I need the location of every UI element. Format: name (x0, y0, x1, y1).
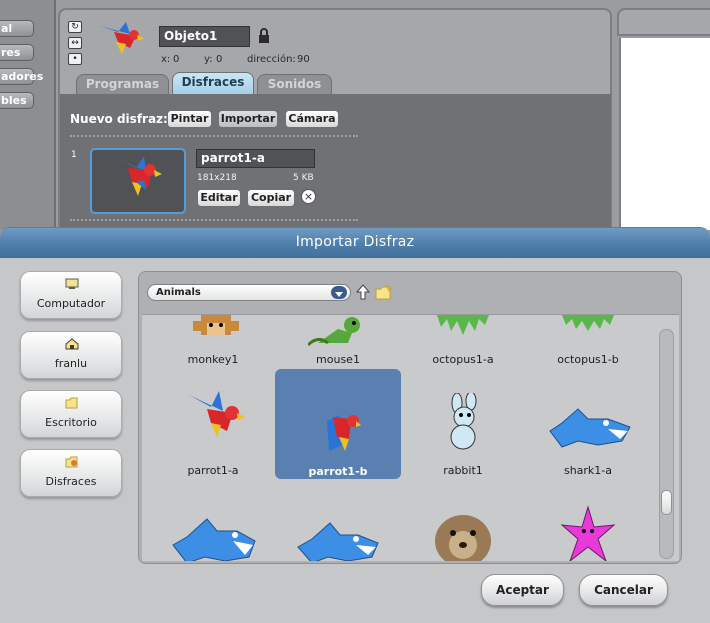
file-caption: octopus1-a (432, 353, 494, 366)
file-caption: parrot1-a (187, 464, 239, 477)
category-button-4[interactable]: bles (0, 92, 34, 109)
x-value: 0 (173, 54, 180, 65)
costume-size: 5 KB (293, 173, 314, 183)
tab-sonidos[interactable]: Sonidos (257, 74, 332, 94)
parrot-thumbnail-icon (327, 415, 361, 451)
mouse-thumbnail-icon (308, 317, 360, 347)
file-caption: parrot1-b (308, 465, 368, 478)
file-item-shark1-c[interactable] (278, 501, 398, 561)
stage-header (617, 8, 710, 36)
import-button[interactable]: Importar (218, 110, 278, 128)
computer-icon (65, 278, 79, 289)
place-computador-button[interactable]: Computador (20, 271, 122, 319)
lock-icon[interactable] (258, 28, 270, 44)
place-label: franlu (54, 357, 88, 370)
file-grid: monkey1 mouse1 octopus1-a octopus1-b par… (142, 314, 679, 561)
costume-thumbnail[interactable] (90, 148, 186, 214)
starfish-thumbnail-icon (560, 505, 616, 561)
no-rotate-icon[interactable]: • (68, 53, 82, 65)
octopus-thumbnail-icon (437, 315, 489, 335)
file-item-parrot1-a[interactable]: parrot1-a (153, 369, 273, 477)
new-costume-label: Nuevo disfraz: (70, 112, 168, 126)
place-franlu-button[interactable]: franlu (20, 331, 122, 379)
toolbar-divider (70, 135, 358, 137)
file-caption: monkey1 (187, 353, 239, 366)
x-label: x: (161, 54, 171, 65)
folder-icon (65, 397, 78, 409)
costume-dimensions: 181x218 (197, 173, 237, 183)
place-disfraces-button[interactable]: Disfraces (20, 449, 122, 497)
costume-divider (70, 219, 358, 221)
file-scrollbar[interactable] (659, 329, 674, 559)
sprite-name-field[interactable]: Objeto1 (159, 26, 250, 47)
folder-up-icon[interactable] (356, 284, 370, 300)
file-caption: shark1-a (563, 464, 613, 477)
rotate-style-icon[interactable]: ↻ (68, 21, 82, 33)
file-caption: rabbit1 (443, 464, 483, 477)
flip-style-icon[interactable]: ↔ (68, 37, 82, 49)
y-label: y: (204, 54, 213, 65)
file-caption: octopus1-b (557, 353, 619, 366)
shark-thumbnail-icon (297, 522, 379, 561)
file-item-parrot1-b[interactable]: parrot1-b (275, 369, 401, 479)
rabbit-thumbnail-icon (450, 393, 477, 450)
costumes-folder-icon (65, 456, 78, 468)
category-button-2[interactable]: res (0, 44, 34, 61)
costume-index: 1 (71, 150, 77, 160)
y-value: 0 (216, 54, 223, 65)
left-panel: al res adores bles (0, 0, 56, 230)
scrollbar-thumb[interactable] (661, 490, 672, 515)
sprite-thumbnail-parrot-icon (100, 22, 144, 54)
delete-costume-icon[interactable]: × (301, 189, 316, 204)
stage-area (619, 38, 710, 230)
file-item-shark1-a[interactable]: shark1-a (528, 369, 648, 477)
camera-button[interactable]: Cámara (285, 110, 339, 128)
accept-button[interactable]: Aceptar (481, 574, 564, 606)
chevron-down-icon[interactable] (331, 286, 347, 299)
place-label: Computador (36, 297, 106, 310)
paint-button[interactable]: Pintar (167, 110, 212, 128)
dialog-title: Importar Disfraz (0, 228, 710, 258)
costume-parrot-icon (118, 156, 162, 196)
direction-label: dirección: (247, 54, 296, 65)
costume-name-field[interactable]: parrot1-a (196, 149, 315, 168)
folder-select[interactable]: Animals (147, 284, 351, 301)
file-caption: mouse1 (316, 353, 360, 366)
category-button-3[interactable]: adores (0, 68, 43, 85)
cancel-button[interactable]: Cancelar (579, 574, 668, 606)
edit-costume-button[interactable]: Editar (197, 189, 241, 207)
place-label: Disfraces (45, 475, 97, 488)
direction-value: 90 (297, 54, 310, 65)
file-item-squirrel1[interactable] (403, 501, 523, 561)
shark-thumbnail-icon (549, 408, 631, 448)
place-label: Escritorio (45, 416, 97, 429)
octopus-thumbnail-icon (562, 315, 614, 331)
file-item-shark1-b[interactable] (153, 501, 273, 561)
new-folder-icon[interactable] (375, 285, 392, 300)
copy-costume-button[interactable]: Copiar (247, 189, 295, 207)
monkey-thumbnail-icon (193, 315, 239, 335)
place-escritorio-button[interactable]: Escritorio (20, 390, 122, 438)
category-button-1[interactable]: al (0, 20, 34, 37)
file-item-starfish1[interactable] (528, 501, 648, 561)
parrot-thumbnail-icon (189, 391, 245, 437)
file-item-rabbit1[interactable]: rabbit1 (403, 369, 523, 477)
shark-thumbnail-icon (172, 518, 256, 561)
squirrel-thumbnail-icon (435, 515, 491, 561)
tab-programas[interactable]: Programas (76, 74, 169, 94)
home-icon (65, 338, 79, 350)
tab-disfraces[interactable]: Disfraces (172, 72, 254, 96)
